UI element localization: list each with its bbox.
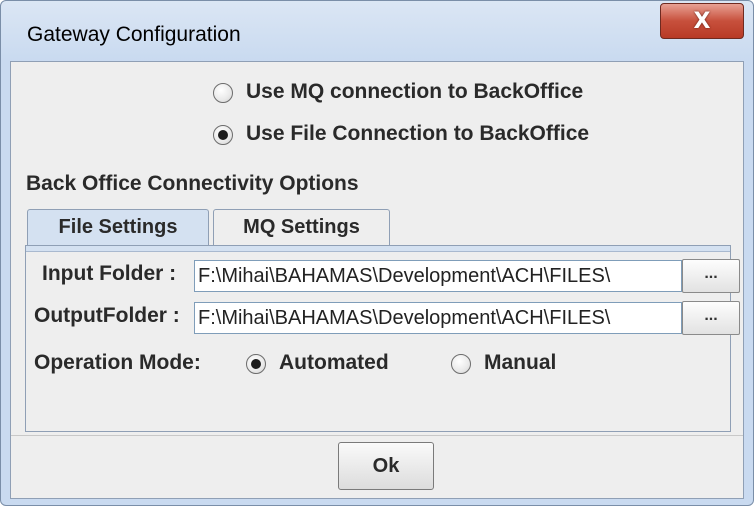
tab-panel-band bbox=[26, 246, 730, 252]
mq-connection-label[interactable]: Use MQ connection to BackOffice bbox=[246, 80, 583, 104]
radio-selected-dot bbox=[218, 130, 228, 140]
input-folder-label: Input Folder : bbox=[42, 262, 177, 285]
close-button[interactable]: X bbox=[660, 3, 744, 39]
operation-mode-label: Operation Mode: bbox=[34, 351, 201, 374]
title-bar[interactable]: Gateway Configuration X bbox=[1, 1, 753, 61]
manual-label[interactable]: Manual bbox=[484, 351, 556, 375]
tab-file-settings[interactable]: File Settings bbox=[27, 209, 209, 245]
gateway-configuration-window: Gateway Configuration X Use MQ connectio… bbox=[0, 0, 754, 506]
radio-selected-dot bbox=[251, 359, 261, 369]
output-folder-field[interactable]: F:\Mihai\BAHAMAS\Development\ACH\FILES\ bbox=[194, 302, 682, 334]
input-folder-browse-button[interactable]: ... bbox=[682, 259, 740, 293]
automated-radio[interactable] bbox=[246, 354, 266, 374]
section-title: Back Office Connectivity Options bbox=[26, 172, 359, 195]
manual-radio[interactable] bbox=[451, 354, 471, 374]
output-folder-label: OutputFolder : bbox=[34, 304, 180, 327]
ok-button[interactable]: Ok bbox=[338, 442, 434, 490]
mq-connection-radio[interactable] bbox=[213, 83, 233, 103]
tab-file-settings-label: File Settings bbox=[58, 216, 178, 238]
file-connection-radio[interactable] bbox=[213, 125, 233, 145]
tab-mq-settings-label: MQ Settings bbox=[243, 216, 360, 238]
output-folder-browse-button[interactable]: ... bbox=[682, 301, 740, 335]
close-icon: X bbox=[693, 8, 711, 34]
file-settings-panel: Input Folder : F:\Mihai\BAHAMAS\Developm… bbox=[25, 245, 740, 432]
dialog-content: Use MQ connection to BackOffice Use File… bbox=[10, 61, 744, 499]
tab-mq-settings[interactable]: MQ Settings bbox=[213, 209, 390, 245]
file-connection-label[interactable]: Use File Connection to BackOffice bbox=[246, 122, 589, 146]
input-folder-field[interactable]: F:\Mihai\BAHAMAS\Development\ACH\FILES\ bbox=[194, 260, 682, 292]
automated-label[interactable]: Automated bbox=[279, 351, 389, 375]
footer-divider bbox=[11, 435, 743, 436]
window-title: Gateway Configuration bbox=[27, 23, 241, 46]
